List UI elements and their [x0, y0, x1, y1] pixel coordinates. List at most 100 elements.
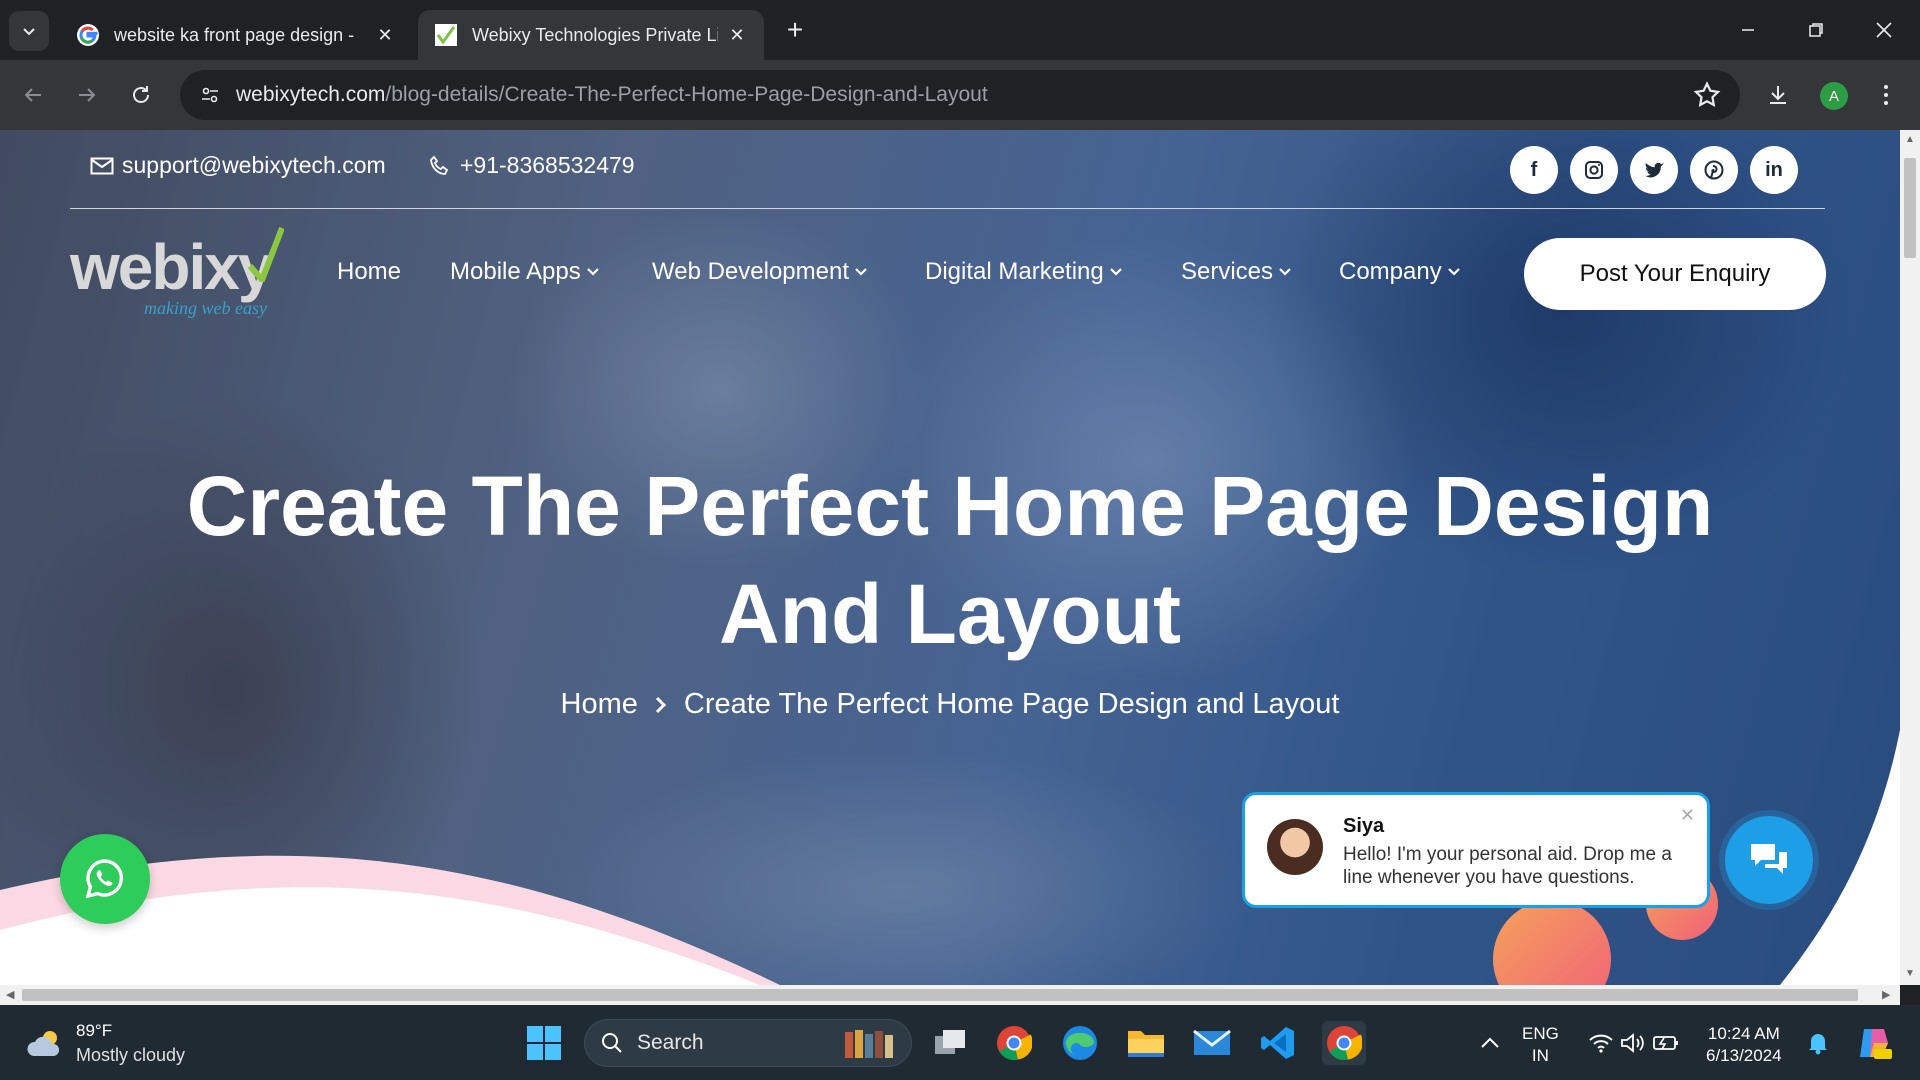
show-hidden-icons-button[interactable] — [1468, 1021, 1512, 1065]
cloudy-weather-icon — [27, 1030, 60, 1056]
chrome-icon — [1327, 1026, 1362, 1060]
instagram-icon — [1585, 161, 1603, 179]
logo-checkmark-icon — [248, 226, 284, 282]
support-email[interactable]: support@webixytech.com — [90, 152, 386, 179]
browser-toolbar: webixytech.com/blog-details/Create-The-P… — [0, 60, 1920, 130]
arrow-right-icon — [79, 88, 96, 102]
tab-title: Webixy Technologies Private Lin — [472, 24, 718, 45]
start-button[interactable] — [522, 1021, 566, 1065]
webixy-logo[interactable]: webixy making web easy — [70, 226, 300, 326]
clock[interactable]: 10:24 AM 6/13/2024 — [1706, 1023, 1782, 1067]
tab-search-button[interactable] — [9, 11, 49, 51]
nav-services[interactable]: Services — [1181, 258, 1291, 286]
tab-google-search[interactable]: website ka front page design - ✕ — [60, 10, 412, 60]
support-phone[interactable]: +91-8368532479 — [428, 152, 635, 179]
restore-button[interactable] — [1796, 14, 1836, 46]
page-title-line2: And Layout — [719, 567, 1181, 661]
webixy-favicon-icon — [435, 24, 457, 46]
minimize-button[interactable] — [1728, 14, 1768, 46]
scrollbar-thumb[interactable] — [1904, 158, 1916, 258]
support-phone-text: +91-8368532479 — [460, 152, 635, 178]
copilot-button[interactable] — [1852, 1021, 1896, 1065]
breadcrumb-home[interactable]: Home — [561, 688, 638, 721]
weather-desc: Mostly cloudy — [76, 1045, 186, 1065]
clock-time: 10:24 AM — [1707, 1024, 1780, 1043]
search-highlight-icon — [845, 1030, 893, 1058]
taskbar-search[interactable]: Search — [584, 1019, 912, 1067]
downloads-button[interactable] — [1760, 77, 1796, 113]
facebook-link[interactable]: f — [1510, 146, 1558, 194]
support-email-text: support@webixytech.com — [122, 152, 386, 178]
lang-code: ENG — [1522, 1024, 1559, 1043]
tab-title: website ka front page design - — [114, 24, 355, 45]
nav-mobile-apps[interactable]: Mobile Apps — [450, 258, 599, 286]
scroll-down-arrow-icon[interactable]: ▼ — [1904, 968, 1916, 980]
logo-wordmark: webixy — [70, 231, 273, 303]
minimize-icon — [1742, 29, 1754, 31]
reload-icon — [133, 86, 149, 103]
horizontal-scrollbar[interactable]: ◀ ▶ — [0, 985, 1900, 1005]
chat-icon — [1751, 844, 1787, 874]
scroll-right-arrow-icon[interactable]: ▶ — [1882, 988, 1890, 1001]
reload-button[interactable] — [122, 76, 160, 114]
nav-web-development[interactable]: Web Development — [652, 258, 867, 286]
battery-icon — [1653, 1036, 1678, 1050]
forward-button[interactable] — [68, 76, 106, 114]
nav-company[interactable]: Company — [1339, 258, 1460, 286]
taskbar-edge[interactable] — [1058, 1021, 1102, 1065]
agent-avatar — [1267, 819, 1323, 875]
instagram-link[interactable] — [1570, 146, 1618, 194]
scrollbar-thumb[interactable] — [22, 989, 1858, 1001]
page-title: Create The Perfect Home Page Design And … — [100, 452, 1800, 668]
close-icon[interactable]: ✕ — [1680, 805, 1695, 826]
whatsapp-button[interactable] — [60, 834, 150, 924]
taskbar-chrome[interactable] — [992, 1021, 1036, 1065]
scroll-up-arrow-icon[interactable]: ▲ — [1904, 134, 1916, 146]
nav-label: Services — [1181, 258, 1274, 285]
close-window-button[interactable] — [1864, 14, 1904, 46]
close-tab-icon[interactable]: ✕ — [374, 25, 396, 46]
weather-widget[interactable]: 89°F Mostly cloudy — [26, 1021, 185, 1066]
taskbar-mail[interactable] — [1190, 1021, 1234, 1065]
copilot-icon — [1860, 1029, 1892, 1059]
site-info-icon[interactable] — [194, 79, 226, 111]
pinterest-icon — [1704, 160, 1724, 180]
twitter-link[interactable] — [1630, 146, 1678, 194]
language-indicator[interactable]: ENG IN — [1522, 1023, 1559, 1067]
profile-avatar[interactable]: A — [1820, 82, 1848, 110]
google-icon — [77, 24, 99, 46]
browser-menu-button[interactable] — [1868, 77, 1904, 113]
nav-digital-marketing[interactable]: Digital Marketing — [925, 258, 1122, 286]
chat-launcher-button[interactable] — [1725, 816, 1813, 904]
bookmark-star-icon[interactable] — [1692, 80, 1722, 110]
chat-greeting-popup[interactable]: Siya Hello! I'm your personal aid. Drop … — [1242, 792, 1710, 908]
nav-label: Home — [337, 258, 402, 285]
address-bar[interactable]: webixytech.com/blog-details/Create-The-P… — [180, 70, 1740, 120]
taskbar-vscode[interactable] — [1256, 1021, 1300, 1065]
volume-icon — [1621, 1033, 1644, 1053]
page-title-line1: Create The Perfect Home Page Design — [186, 459, 1714, 553]
mail-icon — [90, 157, 114, 174]
pinterest-link[interactable] — [1690, 146, 1738, 194]
new-tab-button[interactable]: + — [778, 14, 812, 48]
taskbar-chrome-active[interactable] — [1322, 1021, 1366, 1065]
close-tab-icon[interactable]: ✕ — [726, 25, 748, 46]
post-enquiry-button[interactable]: Post Your Enquiry — [1524, 238, 1826, 310]
nav-home[interactable]: Home — [337, 258, 401, 286]
notifications-button[interactable] — [1796, 1021, 1840, 1065]
nav-label: Company — [1339, 258, 1442, 285]
scroll-left-arrow-icon[interactable]: ◀ — [6, 988, 14, 1001]
linkedin-link[interactable]: in — [1750, 146, 1798, 194]
twitter-icon — [1645, 162, 1664, 178]
quick-settings[interactable] — [1582, 1021, 1686, 1065]
taskbar-file-explorer[interactable] — [1124, 1021, 1168, 1065]
vertical-scrollbar[interactable]: ▲ ▼ — [1900, 130, 1920, 985]
restore-icon — [1809, 23, 1823, 37]
logo-tagline: making web easy — [144, 298, 267, 318]
phone-icon — [430, 155, 449, 175]
back-button[interactable] — [14, 76, 52, 114]
whatsapp-icon — [85, 859, 124, 899]
url-text: webixytech.com/blog-details/Create-The-P… — [236, 83, 988, 107]
task-view-button[interactable] — [928, 1021, 972, 1065]
tab-webixy[interactable]: Webixy Technologies Private Lin ✕ — [418, 10, 764, 60]
